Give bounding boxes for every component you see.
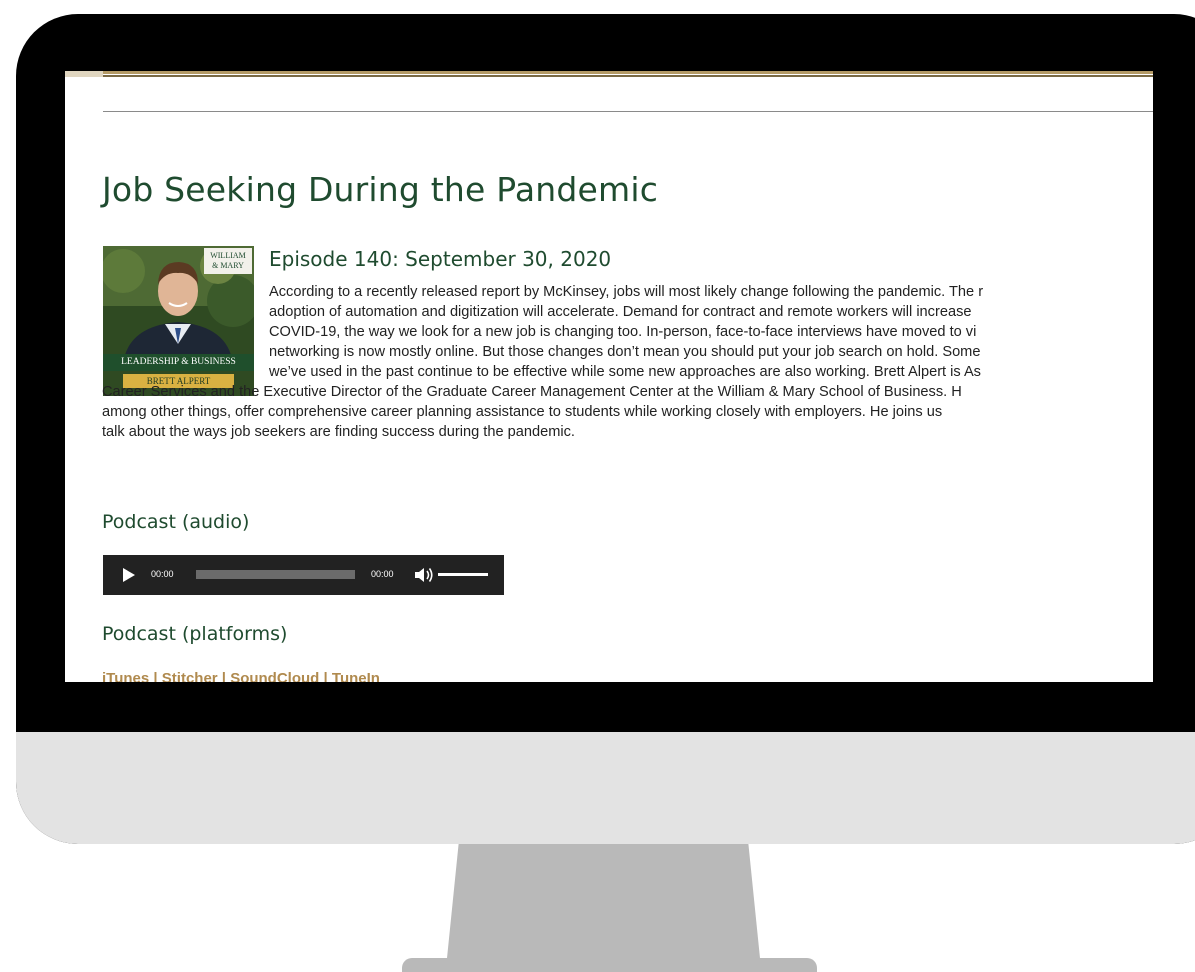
thumbnail-banner-text: LEADERSHIP & BUSINESS [121,357,236,367]
description-line: According to a recently released report … [269,284,984,300]
description-line: adoption of automation and digitization … [269,304,972,320]
play-icon[interactable] [123,568,135,582]
monitor-stand-neck [446,844,761,968]
description-line: COVID-19, the way we look for a new job … [269,324,977,340]
description-line: talk about the ways job seekers are find… [102,424,575,440]
header-accent-edge [65,71,103,77]
volume-icon[interactable] [414,566,434,584]
volume-slider[interactable] [438,573,488,576]
link-separator: | [217,670,231,682]
seek-bar[interactable] [196,570,355,579]
header-accent-bar [65,71,1153,77]
stitcher-link[interactable]: Stitcher [162,670,218,682]
logo-line2: & MARY [212,261,244,270]
tunein-link[interactable]: TuneIn [332,670,380,682]
browser-screen: Job Seeking During the Pandemic WILLIAM … [65,71,1153,682]
soundcloud-link[interactable]: SoundCloud [230,670,319,682]
audio-player: 00:00 00:00 [103,555,504,595]
link-separator: | [149,670,162,682]
podcast-thumbnail: WILLIAM & MARY LEADERSHIP & BUSINESS BRE… [103,246,254,396]
platform-links: iTunes | Stitcher | SoundCloud | TuneIn [102,670,380,682]
link-separator: | [319,670,332,682]
page-title: Job Seeking During the Pandemic [102,170,659,209]
episode-date: Episode 140: September 30, 2020 [269,247,612,271]
audio-heading: Podcast (audio) [102,511,250,533]
description-line: we’ve used in the past continue to be ef… [269,364,981,380]
duration-time: 00:00 [371,569,394,579]
description-line: networking is now mostly online. But tho… [269,344,981,360]
itunes-link[interactable]: iTunes [102,670,149,682]
monitor-frame: Job Seeking During the Pandemic WILLIAM … [16,14,1195,844]
description-line: among other things, offer comprehensive … [102,404,943,420]
header-divider [103,111,1153,112]
monitor-chin [16,732,1195,844]
current-time: 00:00 [151,569,174,579]
platforms-heading: Podcast (platforms) [102,623,288,645]
logo-line1: WILLIAM [210,251,246,260]
description-line: Career Services and the Executive Direct… [102,384,962,400]
monitor-stand-base [402,958,817,972]
